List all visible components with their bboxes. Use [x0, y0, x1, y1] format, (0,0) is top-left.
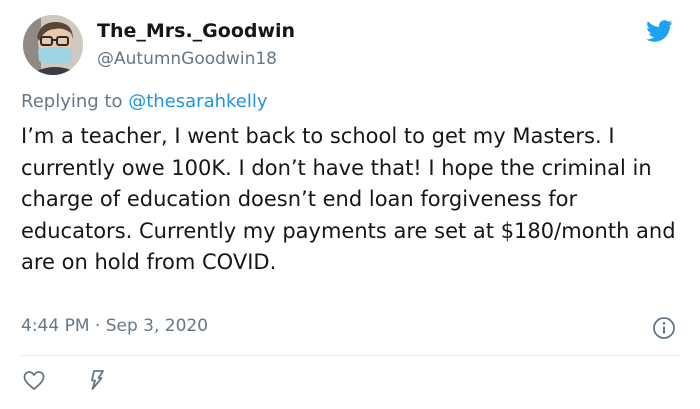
info-icon[interactable] — [652, 316, 676, 340]
tweet-timestamp[interactable]: 4:44 PM · Sep 3, 2020 — [21, 316, 208, 336]
user-handle[interactable]: @AutumnGoodwin18 — [97, 49, 277, 69]
divider — [21, 355, 680, 356]
reply-context: Replying to @thesarahkelly — [21, 91, 268, 112]
reply-prefix: Replying to — [21, 91, 123, 112]
reply-mention-link[interactable]: @thesarahkelly — [128, 91, 267, 112]
heart-icon[interactable] — [22, 368, 46, 392]
twitter-bird-icon — [646, 20, 673, 42]
display-name[interactable]: The_Mrs._Goodwin — [97, 20, 295, 42]
avatar[interactable] — [23, 15, 83, 75]
share-icon[interactable] — [85, 368, 109, 392]
tweet-text: I’m a teacher, I went back to school to … — [21, 124, 676, 274]
